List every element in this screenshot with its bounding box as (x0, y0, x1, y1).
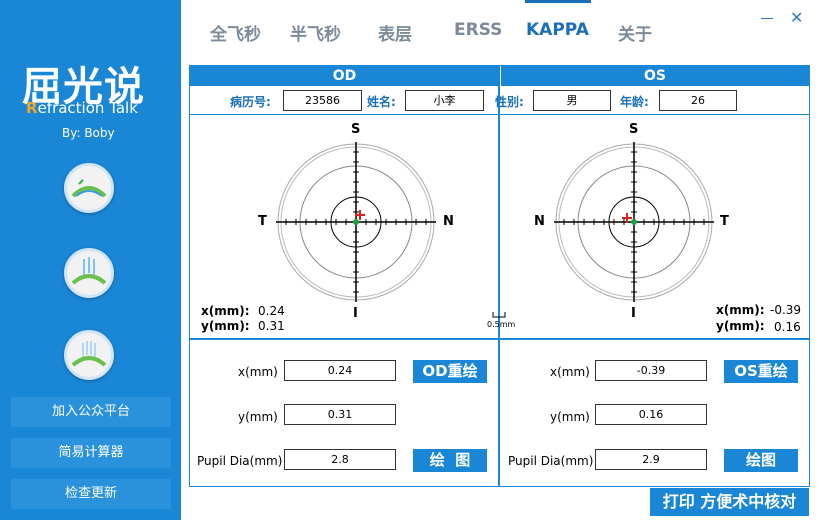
os-axis-right: T (720, 214, 729, 229)
surface-icon (71, 341, 107, 367)
eye-icon-button-1[interactable] (64, 163, 114, 213)
od-pupil-center-marker (353, 219, 359, 225)
od-x-input[interactable]: 0.24 (284, 360, 396, 381)
os-x-value: -0.39 (770, 303, 802, 317)
od-axis-left: T (258, 214, 267, 229)
sidebar: 屈光说 Refraction Talk By: Boby 加入公众平台 简易计算… (0, 0, 181, 520)
od-redraw-button[interactable]: OD重绘 (413, 360, 487, 383)
od-target-chart (276, 142, 436, 302)
od-x-label: x(mm): (201, 304, 250, 318)
od-axis-bottom: I (353, 306, 358, 321)
os-target-chart (554, 142, 714, 302)
age-field[interactable]: 26 (659, 90, 737, 111)
os-y-value: 0.16 (774, 320, 801, 334)
join-platform-button[interactable]: 加入公众平台 (11, 397, 171, 427)
os-axis-bottom: I (631, 306, 636, 321)
app-window: 屈光说 Refraction Talk By: Boby 加入公众平台 简易计算… (0, 0, 819, 520)
od-y-label: y(mm): (201, 319, 250, 333)
od-y-value: 0.31 (258, 319, 285, 333)
os-draw-button[interactable]: 绘图 (724, 449, 798, 472)
od-pupil-input-label: Pupil Dia(mm) (197, 454, 283, 468)
os-pupil-input-label: Pupil Dia(mm) (508, 454, 594, 468)
laser-icon (71, 257, 107, 285)
tab-about[interactable]: 关于 (618, 20, 652, 45)
cornea-icon (71, 179, 107, 198)
scale-bar (492, 312, 506, 318)
active-tab-indicator (525, 0, 591, 3)
divider (498, 66, 500, 338)
od-axis-top: S (351, 122, 361, 137)
tab-surface[interactable]: 表层 (378, 20, 412, 45)
scale-label: 0.5mm (487, 320, 516, 329)
od-pupil-input[interactable]: 2.8 (284, 449, 396, 470)
record-label: 病历号: (230, 95, 271, 109)
name-label: 姓名: (367, 95, 396, 109)
author-label: By: Boby (62, 126, 115, 140)
name-field[interactable]: 小李 (405, 90, 484, 111)
tab-smile[interactable]: 全飞秒 (210, 20, 261, 45)
od-x-input-label: x(mm) (238, 365, 278, 379)
calculator-button[interactable]: 简易计算器 (11, 438, 171, 468)
od-x-value: 0.24 (258, 304, 285, 318)
od-y-input-label: y(mm) (238, 410, 278, 424)
record-field[interactable]: 23586 (283, 90, 362, 111)
os-y-input-label: y(mm) (550, 410, 590, 424)
minimize-icon[interactable] (761, 18, 773, 19)
eye-icon-button-3[interactable] (64, 330, 114, 380)
tab-erss[interactable]: ERSS (454, 20, 502, 40)
age-label: 年龄: (620, 95, 649, 109)
os-header: OS (501, 66, 809, 86)
os-x-label: x(mm): (716, 303, 765, 317)
logo-subtitle-initial: R (26, 99, 38, 117)
os-axis-top: S (629, 122, 639, 137)
logo-subtitle: Refraction Talk (26, 99, 138, 117)
od-draw-button[interactable]: 绘 图 (413, 449, 487, 472)
os-x-input[interactable]: -0.39 (595, 360, 707, 381)
od-y-input[interactable]: 0.31 (284, 404, 396, 425)
eye-icon-button-2[interactable] (64, 248, 114, 298)
print-button[interactable]: 打印 方便术中核对 (650, 488, 809, 516)
os-y-label: y(mm): (716, 319, 765, 333)
logo-subtitle-rest: efraction Talk (37, 99, 138, 117)
os-pupil-input[interactable]: 2.9 (595, 449, 707, 470)
od-axis-right: N (443, 214, 454, 229)
check-update-button[interactable]: 检查更新 (11, 479, 171, 509)
divider (498, 340, 500, 486)
os-redraw-button[interactable]: OS重绘 (724, 360, 798, 383)
od-header: OD (190, 66, 499, 86)
gender-field[interactable]: 男 (533, 90, 611, 111)
close-icon[interactable]: ✕ (790, 8, 803, 27)
tab-femto-lasik[interactable]: 半飞秒 (290, 20, 341, 45)
os-axis-left: N (534, 214, 545, 229)
tab-kappa[interactable]: KAPPA (526, 20, 589, 40)
os-pupil-center-marker (631, 219, 637, 225)
os-y-input[interactable]: 0.16 (595, 404, 707, 425)
kappa-panel: OD OS 病历号: 23586 姓名: 小李 性别: 男 年龄: 26 S I… (189, 65, 810, 487)
os-x-input-label: x(mm) (550, 365, 590, 379)
